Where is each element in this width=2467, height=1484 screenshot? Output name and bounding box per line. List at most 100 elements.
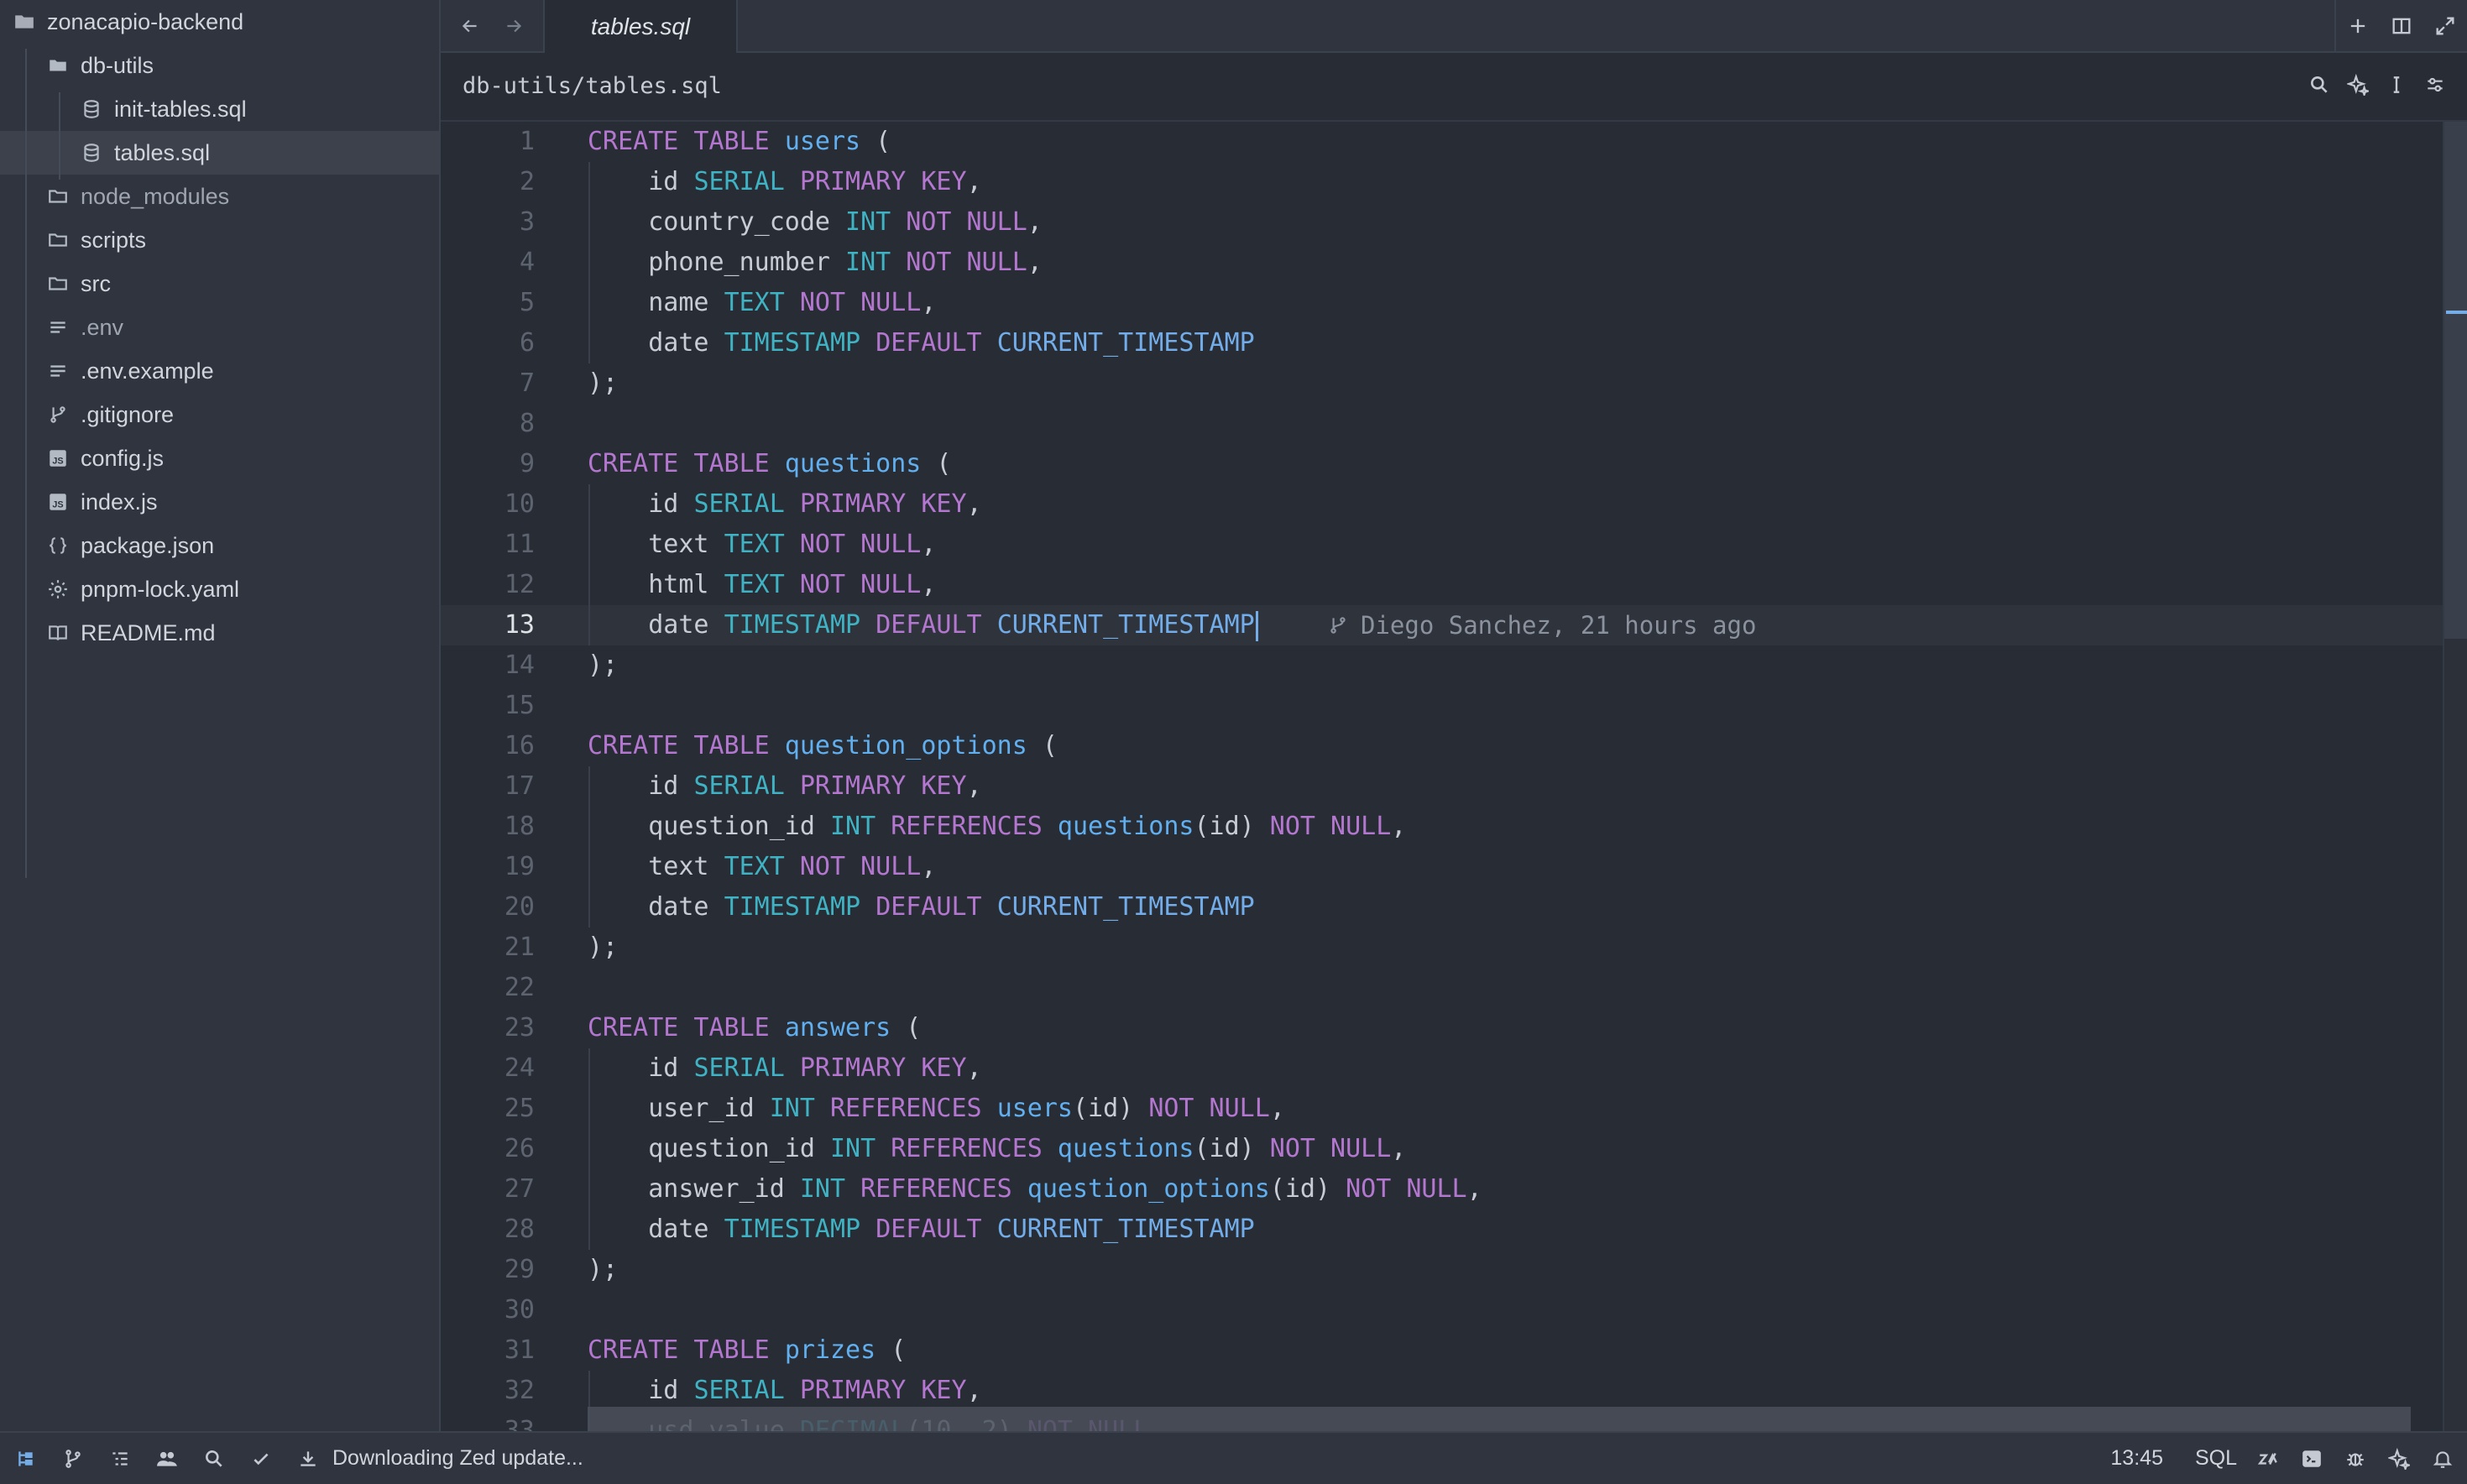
tree-item[interactable]: README.md <box>0 611 439 655</box>
git-branch-icon[interactable] <box>60 1446 86 1471</box>
code-token: , <box>966 1053 982 1083</box>
tree-item-label: init-tables.sql <box>114 96 247 122</box>
code-line[interactable]: 14); <box>441 645 2443 686</box>
tree-root-folder[interactable]: zonacapio-backend <box>0 0 439 44</box>
code-token: NOT NULL <box>1269 812 1392 841</box>
line-number: 15 <box>504 691 535 720</box>
code-line[interactable]: 8 <box>441 404 2443 444</box>
code-token: DEFAULT <box>875 328 997 358</box>
terminal-icon[interactable] <box>2299 1446 2324 1471</box>
code-line[interactable]: 25 user_id INT REFERENCES users(id) NOT … <box>441 1089 2443 1129</box>
language-selector[interactable]: SQL <box>2195 1446 2237 1471</box>
code-line[interactable]: 23 CREATE TABLE answers ( <box>441 1008 2443 1048</box>
code-line[interactable]: 26 question_id INT REFERENCES questions(… <box>441 1129 2443 1169</box>
forward-arrow-icon[interactable] <box>499 12 528 40</box>
assistant-sparkle-icon[interactable] <box>2386 1446 2412 1471</box>
tree-item[interactable]: init-tables.sql <box>0 87 439 131</box>
code-line[interactable]: 24 id SERIAL PRIMARY KEY, <box>441 1048 2443 1089</box>
code-line[interactable]: 1 CREATE TABLE users ( <box>441 122 2443 162</box>
folder-icon <box>47 273 69 295</box>
settings-sliders-icon[interactable] <box>2422 71 2449 98</box>
tree-item[interactable]: JS index.js <box>0 480 439 524</box>
database-icon <box>81 142 102 164</box>
collaborators-icon[interactable] <box>154 1446 180 1471</box>
code-line[interactable]: 32 id SERIAL PRIMARY KEY, <box>441 1371 2443 1411</box>
project-search-icon[interactable] <box>201 1446 227 1471</box>
tree-item[interactable]: tables.sql <box>0 131 439 175</box>
code-line[interactable]: 7); <box>441 363 2443 404</box>
vim-mode-icon[interactable] <box>2255 1446 2281 1471</box>
notifications-bell-icon[interactable] <box>2430 1446 2455 1471</box>
code-token: TEXT <box>724 570 800 599</box>
code-line[interactable]: 19 text TEXT NOT NULL, <box>441 847 2443 887</box>
tree-item[interactable]: .env.example <box>0 349 439 393</box>
new-tab-plus-icon[interactable] <box>2334 0 2380 51</box>
code-token: answer_id <box>588 1174 800 1204</box>
code-token: id <box>588 1053 694 1083</box>
code-token: , <box>1391 812 1407 841</box>
tree-item[interactable]: .gitignore <box>0 393 439 436</box>
line-number: 23 <box>504 1013 535 1042</box>
tab-tables-sql[interactable]: tables.sql <box>543 0 738 53</box>
tree-item[interactable]: pnpm-lock.yaml <box>0 567 439 611</box>
code-token: id <box>588 1376 694 1405</box>
code-line[interactable]: 28 date TIMESTAMP DEFAULT CURRENT_TIMEST… <box>441 1210 2443 1250</box>
code-line[interactable]: Diego Sanchez, 21 hours ago 13 date TIMES… <box>441 605 2443 645</box>
debug-bug-icon[interactable] <box>2343 1446 2368 1471</box>
tree-item[interactable]: package.json <box>0 524 439 567</box>
code-line[interactable]: 11 text TEXT NOT NULL, <box>441 525 2443 565</box>
code-token: , <box>1269 1094 1285 1123</box>
code-line[interactable]: 2 id SERIAL PRIMARY KEY, <box>441 162 2443 202</box>
code-line[interactable]: 29); <box>441 1250 2443 1290</box>
text-cursor-icon[interactable] <box>2383 71 2410 98</box>
cursor-position[interactable]: 13:45 <box>2110 1446 2163 1471</box>
gear-icon <box>47 578 69 600</box>
diagnostics-check-icon[interactable] <box>248 1446 274 1471</box>
outline-list-icon[interactable] <box>107 1446 133 1471</box>
code-editor[interactable]: 1 CREATE TABLE users (2 id SERIAL PRIMARY… <box>441 122 2443 1431</box>
breadcrumb[interactable]: db-utils/tables.sql <box>463 73 722 99</box>
code-line[interactable]: 5 name TEXT NOT NULL, <box>441 283 2443 323</box>
code-line[interactable]: 20 date TIMESTAMP DEFAULT CURRENT_TIMEST… <box>441 887 2443 928</box>
text-cursor <box>1255 610 1258 641</box>
tree-item[interactable]: db-utils <box>0 44 439 87</box>
project-panel-toggle-icon[interactable] <box>13 1446 39 1471</box>
code-line[interactable]: 9 CREATE TABLE questions ( <box>441 444 2443 484</box>
code-token: PRIMARY KEY <box>799 1376 967 1405</box>
code-line[interactable]: 3 country_code INT NOT NULL, <box>441 202 2443 243</box>
maximize-icon[interactable] <box>2423 0 2467 51</box>
search-icon[interactable] <box>2306 71 2333 98</box>
code-line[interactable]: 18 question_id INT REFERENCES questions(… <box>441 807 2443 847</box>
code-token: REFERENCES <box>891 812 1058 841</box>
code-line[interactable]: 27 answer_id INT REFERENCES question_opt… <box>441 1169 2443 1210</box>
code-token: NOT NULL <box>906 248 1027 277</box>
tree-item[interactable]: .env <box>0 306 439 349</box>
line-code: question_id INT REFERENCES questions(id)… <box>588 1129 1406 1169</box>
code-line[interactable]: 15 <box>441 686 2443 726</box>
tree-item[interactable]: JS config.js <box>0 436 439 480</box>
tree-item[interactable]: node_modules <box>0 175 439 218</box>
tree-item[interactable]: src <box>0 262 439 306</box>
code-token: CREATE TABLE <box>588 731 785 760</box>
code-line[interactable]: 22 <box>441 968 2443 1008</box>
scrollbar-thumb[interactable] <box>2444 122 2467 639</box>
tree-item-label: tables.sql <box>114 139 211 165</box>
tree-item[interactable]: scripts <box>0 218 439 262</box>
code-line[interactable]: 12 html TEXT NOT NULL, <box>441 565 2443 605</box>
back-arrow-icon[interactable] <box>456 12 484 40</box>
split-pane-icon[interactable] <box>2380 0 2423 51</box>
code-line[interactable]: 16 CREATE TABLE question_options ( <box>441 726 2443 766</box>
vertical-scrollbar[interactable] <box>2443 122 2467 1431</box>
code-token: date <box>588 1215 724 1244</box>
line-number: 17 <box>504 771 535 801</box>
svg-text:JS: JS <box>52 457 63 467</box>
code-line[interactable]: 4 phone_number INT NOT NULL, <box>441 243 2443 283</box>
sparkle-assistant-icon[interactable] <box>2344 71 2371 98</box>
code-line[interactable]: 6 date TIMESTAMP DEFAULT CURRENT_TIMESTA… <box>441 323 2443 363</box>
line-number: 27 <box>504 1174 535 1204</box>
code-line[interactable]: 30 <box>441 1290 2443 1330</box>
code-line[interactable]: 10 id SERIAL PRIMARY KEY, <box>441 484 2443 525</box>
code-line[interactable]: 31 CREATE TABLE prizes ( <box>441 1330 2443 1371</box>
code-line[interactable]: 17 id SERIAL PRIMARY KEY, <box>441 766 2443 807</box>
code-line[interactable]: 21); <box>441 928 2443 968</box>
